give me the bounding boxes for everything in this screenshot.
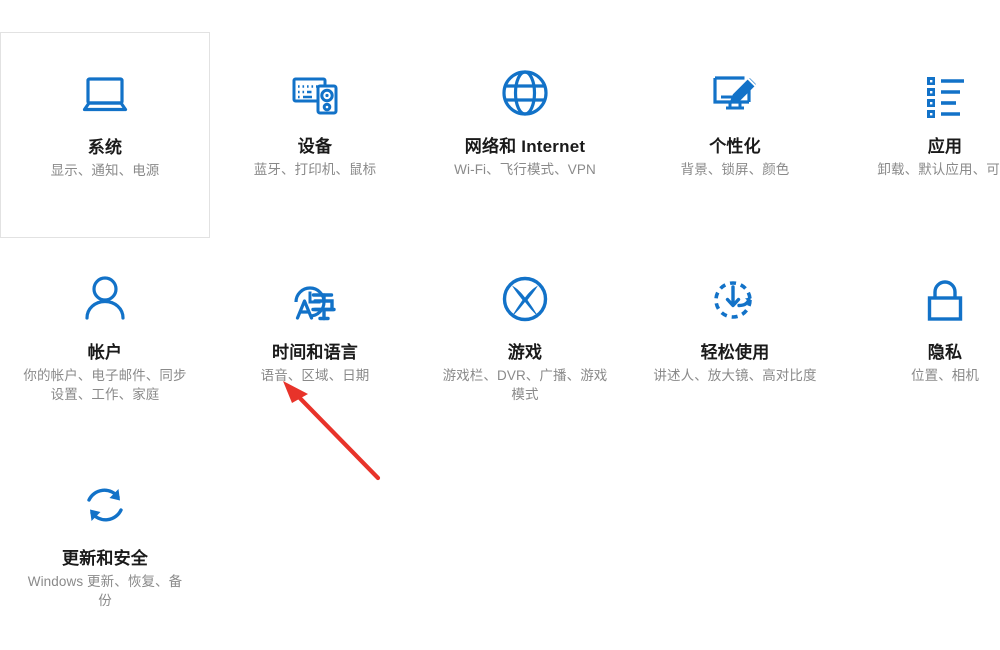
tile-subtitle: 讲述人、放大镜、高对比度 — [653, 368, 817, 383]
settings-tile-grid: 系统 显示、通知、电源 设备 蓝牙、打印机、鼠标 网络和 Internet Wi… — [0, 32, 1000, 650]
tile-title: 游戏 — [507, 343, 543, 362]
tile-subtitle: 背景、锁屏、颜色 — [680, 162, 790, 177]
devices-icon — [284, 62, 346, 124]
ease-of-access-icon — [704, 268, 766, 330]
tile-title: 网络和 Internet — [464, 137, 586, 156]
list-icon — [914, 62, 976, 124]
monitor-brush-icon — [704, 62, 766, 124]
tile-title: 隐私 — [927, 343, 963, 362]
tile-title: 更新和安全 — [62, 549, 148, 568]
settings-tile-accounts[interactable]: 帐户 你的帐户、电子邮件、同步 设置、工作、家庭 — [0, 238, 210, 444]
tile-title: 时间和语言 — [272, 343, 358, 362]
settings-tile-system[interactable]: 系统 显示、通知、电源 — [0, 32, 210, 238]
lock-icon — [914, 268, 976, 330]
clock-language-icon — [284, 268, 346, 330]
tile-title: 轻松使用 — [700, 343, 770, 362]
tile-subtitle: 显示、通知、电源 — [50, 163, 160, 178]
refresh-icon — [74, 474, 136, 536]
tile-title: 应用 — [927, 137, 963, 156]
settings-tile-apps[interactable]: 应用 卸载、默认应用、可选功能 — [840, 32, 1000, 238]
settings-tile-privacy[interactable]: 隐私 位置、相机 — [840, 238, 1000, 444]
tile-subtitle: 蓝牙、打印机、鼠标 — [253, 162, 377, 177]
tile-subtitle: Wi-Fi、飞行模式、VPN — [454, 162, 596, 177]
settings-tile-update-security[interactable]: 更新和安全 Windows 更新、恢复、备 份 — [0, 444, 210, 650]
settings-tile-devices[interactable]: 设备 蓝牙、打印机、鼠标 — [210, 32, 420, 238]
settings-tile-gaming[interactable]: 游戏 游戏栏、DVR、广播、游戏 模式 — [420, 238, 630, 444]
settings-tile-ease-of-access[interactable]: 轻松使用 讲述人、放大镜、高对比度 — [630, 238, 840, 444]
tile-title: 设备 — [297, 137, 333, 156]
tile-subtitle: Windows 更新、恢复、备 份 — [27, 574, 183, 608]
tile-title: 系统 — [87, 138, 123, 157]
settings-tile-network[interactable]: 网络和 Internet Wi-Fi、飞行模式、VPN — [420, 32, 630, 238]
tile-title: 帐户 — [87, 343, 123, 362]
tile-subtitle: 位置、相机 — [911, 368, 979, 383]
tile-subtitle: 语音、区域、日期 — [260, 368, 370, 383]
xbox-icon — [494, 268, 556, 330]
settings-tile-personalization[interactable]: 个性化 背景、锁屏、颜色 — [630, 32, 840, 238]
tile-subtitle: 你的帐户、电子邮件、同步 设置、工作、家庭 — [23, 368, 187, 402]
tile-subtitle: 游戏栏、DVR、广播、游戏 模式 — [442, 368, 608, 402]
person-icon — [74, 268, 136, 330]
settings-tile-time-language[interactable]: 时间和语言 语音、区域、日期 — [210, 238, 420, 444]
tile-subtitle: 卸载、默认应用、可选功能 — [877, 162, 1000, 177]
globe-icon — [494, 62, 556, 124]
laptop-icon — [74, 63, 136, 125]
tile-title: 个性化 — [709, 137, 761, 156]
